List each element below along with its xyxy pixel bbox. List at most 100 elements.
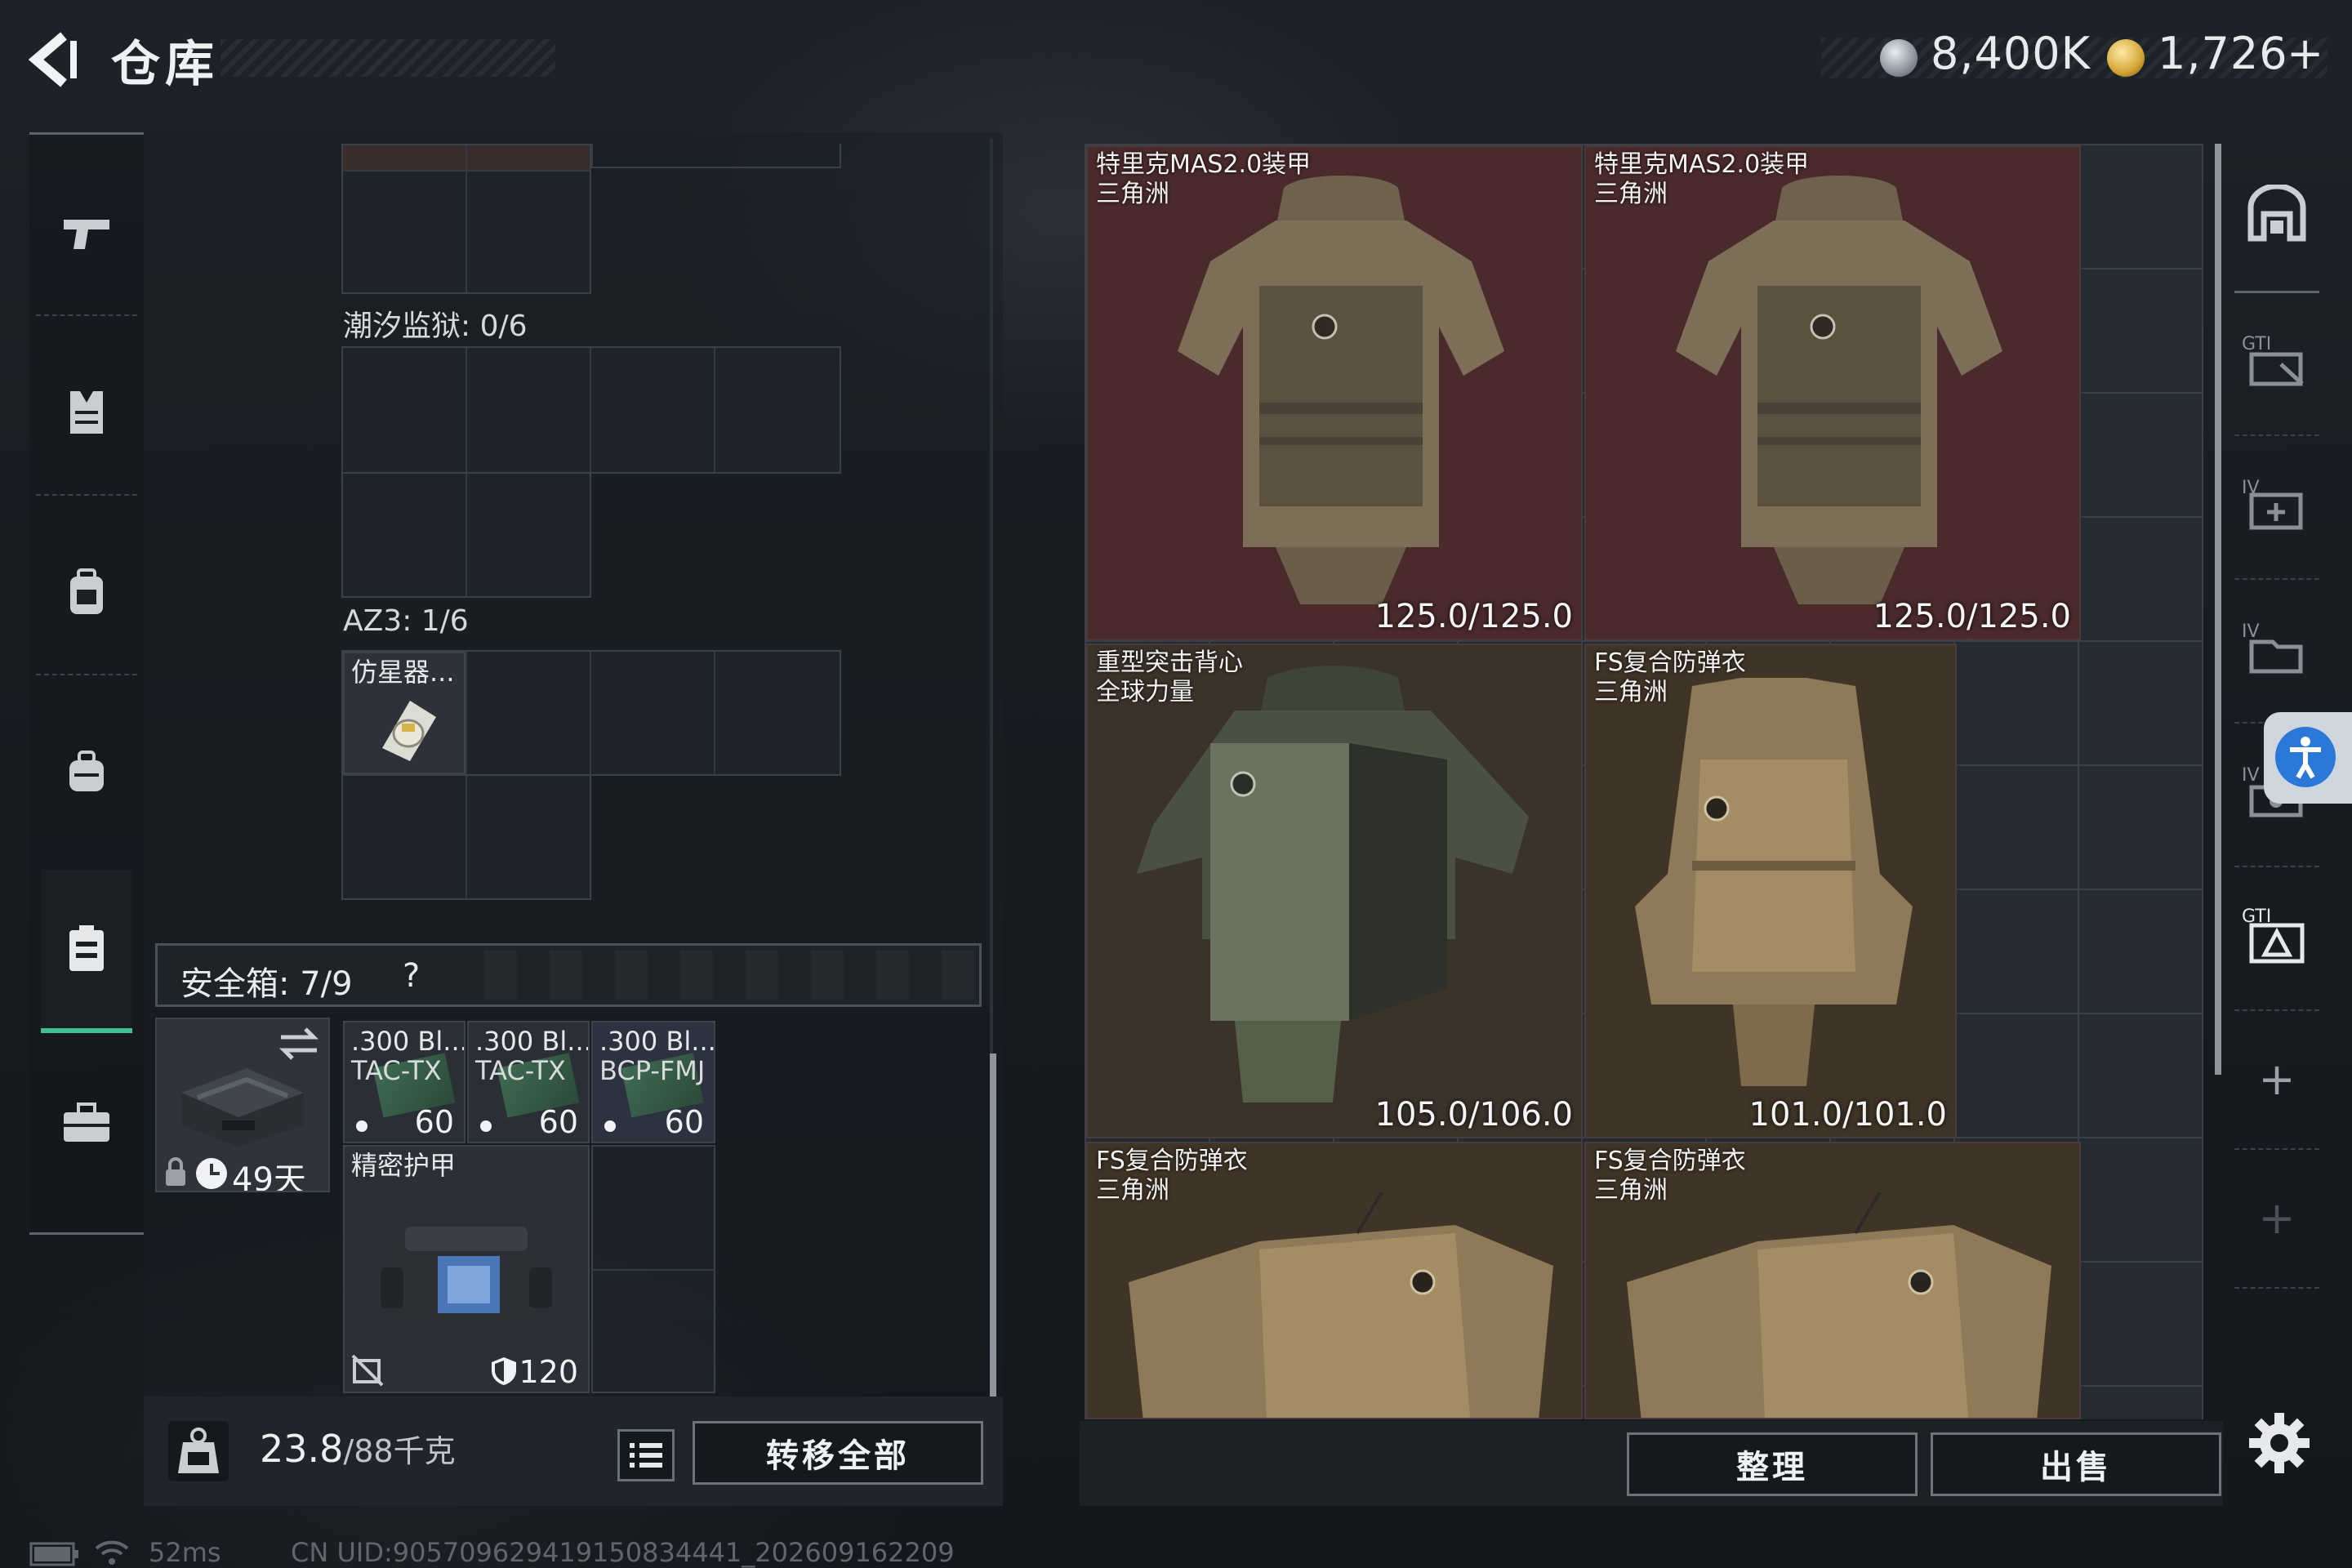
- bag-icon: [69, 751, 104, 791]
- silver-coin-icon: [1880, 39, 1918, 77]
- back-button[interactable]: [24, 31, 90, 88]
- item-subname: TAC-TX: [351, 1055, 442, 1086]
- case-icon: [69, 925, 104, 971]
- stash-item-mas2-armor-1[interactable]: 特里克MAS2.0装甲 三角洲 125.0/125.0: [1086, 145, 1583, 640]
- armor-case-durability: 120: [519, 1354, 578, 1390]
- item-subname: BCP-FMJ: [599, 1055, 706, 1086]
- stash-item-fs-composite-armor-2[interactable]: FS复合防弹衣 三角洲: [1086, 1142, 1583, 1419]
- item-name: FS复合防弹衣 三角洲: [1096, 1147, 1248, 1205]
- warehouse-icon: [2247, 185, 2306, 242]
- prev-container-edge: [591, 144, 841, 168]
- left-category-nav: [29, 132, 144, 1235]
- stash-item-heavy-assault-vest[interactable]: 重型突击背心 全球力量 105.0/106.0: [1086, 644, 1583, 1138]
- nav-separator: [36, 314, 137, 316]
- item-durability: 105.0/106.0: [1374, 1096, 1574, 1134]
- uid-display: CN UID:905709629419150834441_20260916220…: [291, 1537, 955, 1568]
- list-view-button[interactable]: [617, 1429, 675, 1481]
- body-armor-image: [1137, 666, 1529, 1102]
- tab-separator: [2234, 1287, 2319, 1289]
- stash-scrollbar[interactable]: [2215, 144, 2221, 1075]
- stash-item-fs-composite-armor-3[interactable]: FS复合防弹衣 三角洲: [1584, 1142, 2081, 1419]
- safebox-empty-cells[interactable]: [591, 1145, 715, 1393]
- item-count: 60: [414, 1104, 454, 1140]
- currency-silver-amount: 8,400K: [1931, 28, 2091, 79]
- accessibility-icon: [2290, 737, 2321, 779]
- stash-tab-2[interactable]: IV: [2230, 434, 2324, 573]
- nav-separator: [36, 674, 137, 675]
- stash-tab-1[interactable]: GTI: [2230, 291, 2324, 430]
- armor-case-item[interactable]: 精密护甲 120: [343, 1145, 590, 1393]
- item-name: 仿星器...: [351, 657, 455, 688]
- stash-item-fs-composite-armor-1[interactable]: FS复合防弹衣 三角洲 101.0/101.0: [1584, 644, 1957, 1138]
- safebox-help-button[interactable]: ?: [403, 957, 420, 995]
- item-name: .300 Bl...: [351, 1026, 466, 1057]
- pistol-icon: [64, 220, 109, 249]
- container-scrollbar[interactable]: [990, 1054, 996, 1400]
- body-armor-image: [1178, 176, 1504, 604]
- page-title: 仓库: [111, 36, 219, 93]
- weight-max: /88千克: [343, 1433, 456, 1469]
- settings-button[interactable]: [2246, 1410, 2313, 1477]
- lock-icon: [166, 1157, 185, 1186]
- nav-helmet-armor[interactable]: [41, 331, 132, 494]
- ammo-item-1[interactable]: .300 Bl... TAC-TX 60: [343, 1021, 466, 1143]
- list-icon: [630, 1443, 662, 1468]
- weight-bar: 23.8/88千克 转移全部: [144, 1396, 1003, 1506]
- nav-safebox[interactable]: [41, 870, 132, 1033]
- stash-tab-5-active[interactable]: GTI: [2230, 866, 2324, 1004]
- device-item-icon: [382, 701, 436, 761]
- item-count: 60: [538, 1104, 578, 1140]
- add-currency-button[interactable]: +: [2287, 28, 2324, 79]
- ping-display: 52ms: [149, 1537, 221, 1568]
- briefcase-icon: [64, 1102, 109, 1142]
- ammo-dot-icon: [356, 1120, 368, 1132]
- item-name: 特里克MAS2.0装甲 三角洲: [1096, 150, 1312, 208]
- item-name: FS复合防弹衣 三角洲: [1594, 1147, 1746, 1205]
- nav-weapons[interactable]: [41, 151, 132, 314]
- az3-grid-row2[interactable]: [341, 774, 591, 900]
- title-decoration: [220, 39, 555, 77]
- ammo-dot-icon: [480, 1120, 492, 1132]
- sell-button[interactable]: 出售: [1931, 1432, 2221, 1496]
- tab-weapon-icon: GTI: [2242, 334, 2304, 386]
- tab-folder-icon: IV: [2242, 621, 2303, 674]
- svg-text:GTI: GTI: [2242, 334, 2271, 354]
- container-label-prison: 潮汐监狱: 0/6: [343, 310, 528, 343]
- item-name: 特里克MAS2.0装甲 三角洲: [1594, 150, 1810, 208]
- svg-text:IV: IV: [2242, 621, 2260, 642]
- container-label-az3: AZ3: 1/6: [343, 604, 469, 638]
- az3-item-stellarator[interactable]: 仿星器...: [343, 652, 466, 774]
- ammo-item-3[interactable]: .300 Bl... BCP-FMJ 60: [591, 1021, 715, 1143]
- nav-backpack[interactable]: [41, 690, 132, 853]
- item-name: FS复合防弹衣 三角洲: [1594, 648, 1746, 706]
- nav-briefcase[interactable]: [41, 1041, 132, 1205]
- item-name: .300 Bl...: [475, 1026, 590, 1057]
- body-armor-image: [1129, 1192, 1553, 1418]
- body-armor-image: [1635, 678, 1913, 1086]
- weight-display: 23.8/88千克: [260, 1426, 456, 1471]
- item-name: 重型突击背心 全球力量: [1096, 648, 1243, 706]
- wifi-icon: [95, 1540, 129, 1565]
- ammo-item-2[interactable]: .300 Bl... TAC-TX 60: [467, 1021, 590, 1143]
- item-name: 精密护甲: [351, 1150, 457, 1181]
- stash-item-mas2-armor-2[interactable]: 特里克MAS2.0装甲 三角洲 125.0/125.0: [1584, 145, 2081, 640]
- transfer-all-button[interactable]: 转移全部: [693, 1421, 983, 1485]
- accessibility-button[interactable]: [2264, 712, 2352, 804]
- add-tab-button[interactable]: +: [2230, 1009, 2324, 1148]
- prison-grid-row2[interactable]: [341, 472, 591, 598]
- stash-tab-3[interactable]: IV: [2230, 578, 2324, 717]
- nav-chest-rig[interactable]: [41, 510, 132, 674]
- sort-button[interactable]: 整理: [1627, 1432, 1918, 1496]
- stash-tab-all[interactable]: [2230, 144, 2324, 283]
- safebox-timer: 49天: [232, 1161, 306, 1192]
- armor-vest-icon: [70, 391, 103, 434]
- top-bar: 仓库 8,400K 1,726 +: [0, 0, 2352, 122]
- add-tab-button-disabled[interactable]: +: [2230, 1148, 2324, 1287]
- weight-value: 23.8: [260, 1427, 344, 1471]
- nav-separator: [36, 494, 137, 496]
- tab-armor-icon: GTI: [2242, 906, 2305, 964]
- prev-container-grid: [341, 144, 591, 294]
- safebox-case-item[interactable]: 49天: [155, 1018, 330, 1192]
- prison-grid-row1[interactable]: [341, 346, 841, 474]
- svg-text:IV: IV: [2242, 765, 2260, 786]
